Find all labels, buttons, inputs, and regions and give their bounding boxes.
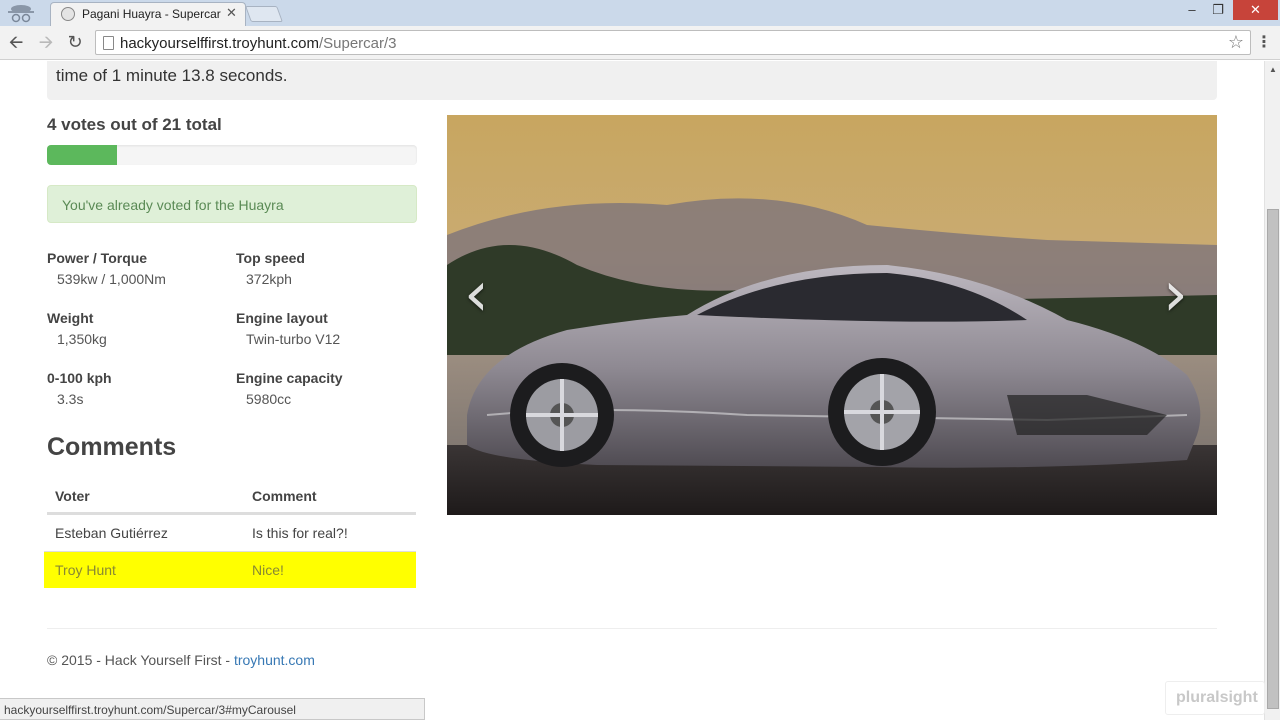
spec-value: 5980cc bbox=[246, 391, 292, 407]
incognito-icon bbox=[8, 5, 34, 23]
address-bar[interactable]: hackyourselffirst.troyhunt.com/Supercar/… bbox=[95, 30, 1251, 55]
url-path: /Supercar/3 bbox=[318, 35, 397, 52]
bookmark-star-icon[interactable]: ☆ bbox=[1228, 32, 1244, 53]
spec-power-torque: Power / Torque 539kw / 1,000Nm bbox=[47, 250, 227, 287]
votes-progress-fill bbox=[47, 145, 118, 165]
spec-label: Engine capacity bbox=[236, 370, 343, 386]
comments-heading: Comments bbox=[47, 433, 177, 461]
menu-icon[interactable]: ⋮ bbox=[1256, 32, 1272, 52]
spec-value: 539kw / 1,000Nm bbox=[57, 271, 166, 287]
voter-cell: Esteban Gutiérrez bbox=[55, 525, 168, 541]
favicon-icon bbox=[61, 7, 75, 21]
spec-value: 1,350kg bbox=[57, 331, 107, 347]
footer-divider bbox=[47, 628, 1217, 629]
minimize-button[interactable]: – bbox=[1180, 0, 1204, 20]
pluralsight-watermark: pluralsight bbox=[1165, 681, 1265, 715]
spec-label: 0-100 kph bbox=[47, 370, 112, 386]
url-text[interactable]: hackyourselffirst.troyhunt.com/Supercar/… bbox=[120, 35, 397, 52]
page-icon bbox=[103, 36, 114, 50]
column-header-voter: Voter bbox=[55, 488, 90, 504]
url-host: hackyourselffirst.troyhunt.com bbox=[120, 35, 319, 52]
spec-engine-layout: Engine layout Twin-turbo V12 bbox=[236, 310, 416, 347]
back-arrow-icon[interactable]: 🡨 bbox=[5, 31, 27, 53]
browser-toolbar: 🡨 🡪 ↻ hackyourselffirst.troyhunt.com/Sup… bbox=[0, 26, 1280, 60]
already-voted-alert: You've already voted for the Huayra bbox=[47, 185, 417, 223]
comment-cell: Nice! bbox=[252, 562, 284, 578]
forward-arrow-icon[interactable]: 🡪 bbox=[35, 31, 57, 53]
new-tab-button[interactable] bbox=[245, 6, 283, 22]
spec-weight: Weight 1,350kg bbox=[47, 310, 227, 347]
page-viewport: time of 1 minute 13.8 seconds. 4 votes o… bbox=[0, 61, 1264, 720]
votes-heading: 4 votes out of 21 total bbox=[47, 115, 222, 134]
spec-acceleration: 0-100 kph 3.3s bbox=[47, 370, 227, 407]
tab-title: Pagani Huayra - Supercar bbox=[82, 7, 221, 21]
spec-top-speed: Top speed 372kph bbox=[236, 250, 416, 287]
tab-close-icon[interactable]: ✕ bbox=[226, 5, 237, 21]
spec-value: Twin-turbo V12 bbox=[246, 331, 341, 347]
voter-cell: Troy Hunt bbox=[55, 562, 116, 578]
browser-tab[interactable]: Pagani Huayra - Supercar ✕ bbox=[50, 2, 246, 26]
car-carousel[interactable]: ‹ › bbox=[447, 115, 1217, 515]
footer-text: © 2015 - Hack Yourself First - bbox=[47, 652, 234, 668]
comments-table: Voter Comment Esteban Gutiérrez Is this … bbox=[44, 481, 416, 588]
car-photo bbox=[447, 115, 1217, 515]
spec-engine-capacity: Engine capacity 5980cc bbox=[236, 370, 416, 407]
reload-icon[interactable]: ↻ bbox=[64, 31, 86, 53]
watermark-logo: pluralsight bbox=[1176, 689, 1258, 706]
spec-label: Weight bbox=[47, 310, 94, 326]
spec-label: Top speed bbox=[236, 250, 305, 266]
status-url: hackyourselffirst.troyhunt.com/Supercar/… bbox=[4, 703, 296, 717]
scroll-up-arrow-icon[interactable]: ▲ bbox=[1269, 65, 1277, 74]
description-text: time of 1 minute 13.8 seconds. bbox=[56, 66, 288, 85]
table-row: Esteban Gutiérrez Is this for real?! bbox=[47, 514, 416, 551]
spec-label: Engine layout bbox=[236, 310, 328, 326]
comments-table-header: Voter Comment bbox=[47, 481, 416, 514]
scrollbar-thumb[interactable] bbox=[1267, 209, 1279, 709]
page-footer: © 2015 - Hack Yourself First - troyhunt.… bbox=[47, 652, 315, 668]
status-bar: hackyourselffirst.troyhunt.com/Supercar/… bbox=[0, 698, 425, 720]
comment-cell: Is this for real?! bbox=[252, 525, 348, 541]
footer-link[interactable]: troyhunt.com bbox=[234, 652, 315, 668]
spec-value: 372kph bbox=[246, 271, 292, 287]
alert-text: You've already voted for the Huayra bbox=[62, 197, 284, 213]
spec-label: Power / Torque bbox=[47, 250, 148, 266]
table-row-highlighted: Troy Hunt Nice! bbox=[44, 551, 416, 588]
spec-value: 3.3s bbox=[57, 391, 84, 407]
carousel-next-arrow-icon[interactable]: › bbox=[1163, 257, 1188, 330]
vertical-scrollbar[interactable]: ▲ bbox=[1264, 61, 1280, 720]
close-window-button[interactable]: ✕ bbox=[1233, 0, 1278, 20]
votes-progress-bar bbox=[47, 145, 417, 165]
column-header-comment: Comment bbox=[252, 488, 317, 504]
browser-titlebar: Pagani Huayra - Supercar ✕ – ❐ ✕ bbox=[0, 0, 1280, 26]
maximize-button[interactable]: ❐ bbox=[1206, 0, 1230, 20]
description-panel: time of 1 minute 13.8 seconds. bbox=[47, 61, 1217, 100]
carousel-prev-arrow-icon[interactable]: ‹ bbox=[464, 257, 489, 330]
